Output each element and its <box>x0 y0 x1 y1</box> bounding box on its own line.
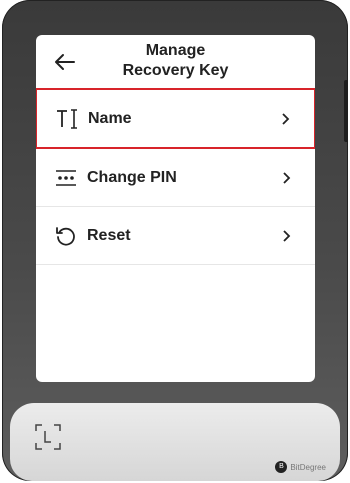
menu-item-name[interactable]: Name <box>36 88 315 149</box>
settings-menu: Name Change PIN Reset <box>36 88 315 265</box>
watermark-logo-icon: B <box>275 461 288 473</box>
menu-item-label: Name <box>88 109 132 127</box>
rename-text-cursor-icon <box>57 108 77 129</box>
watermark: B BitDegree <box>275 461 326 473</box>
title-line-1: Manage <box>145 42 206 59</box>
screen-header: Manage Recovery Key <box>36 35 315 85</box>
menu-item-reset[interactable]: Reset <box>36 207 315 265</box>
menu-item-label: Reset <box>87 226 131 244</box>
scan-frame-icon <box>35 424 61 450</box>
chevron-right-icon <box>282 112 290 125</box>
watermark-text: BitDegree <box>290 462 326 472</box>
device-screen: Manage Recovery Key Name Change PIN Rese… <box>36 35 315 382</box>
side-button[interactable] <box>344 80 348 142</box>
reset-arrow-icon <box>56 226 75 246</box>
pin-dots-icon <box>56 169 76 186</box>
device-bottom-panel: B BitDegree <box>10 403 340 481</box>
chevron-right-icon <box>283 171 291 184</box>
recovery-key-device: Manage Recovery Key Name Change PIN Rese… <box>2 0 348 481</box>
title-line-2: Recovery Key <box>122 62 229 79</box>
page-title: Manage Recovery Key <box>36 41 315 81</box>
menu-item-change-pin[interactable]: Change PIN <box>36 149 315 207</box>
menu-item-label: Change PIN <box>87 168 177 186</box>
chevron-right-icon <box>283 229 291 242</box>
